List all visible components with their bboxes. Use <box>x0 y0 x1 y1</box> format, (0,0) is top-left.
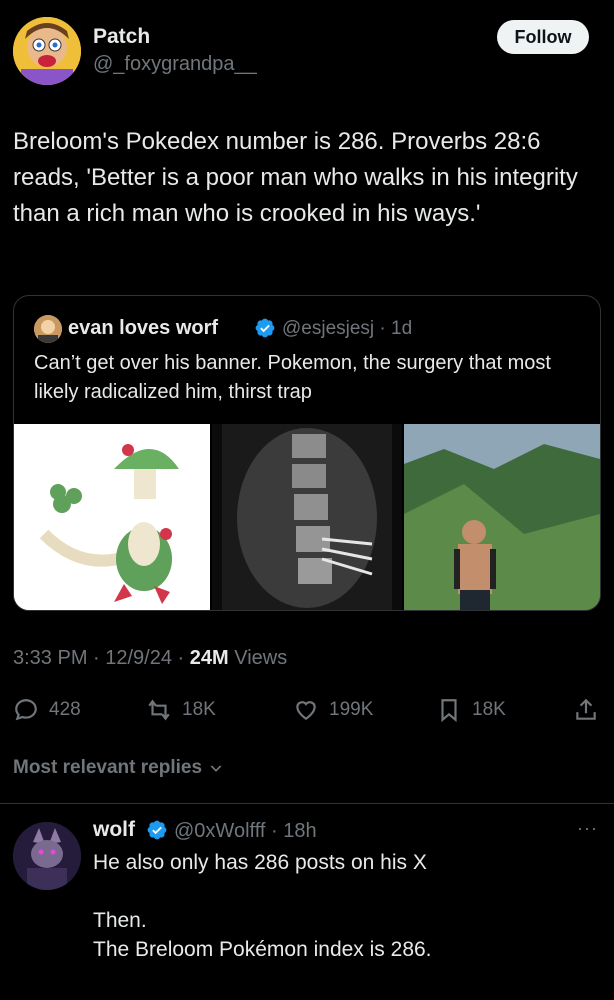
reply-button[interactable]: 428 <box>13 690 81 730</box>
reply-author-avatar[interactable] <box>13 822 81 890</box>
tweet-header: Patch @_foxygrandpa__ Follow <box>0 0 614 100</box>
chevron-down-icon <box>210 765 222 772</box>
author-handle[interactable]: @_foxygrandpa__ <box>93 53 257 76</box>
tweet-timestamp[interactable]: 3:33 PM · 12/9/24 · <box>13 647 190 669</box>
tweet-text: Breloom's Pokedex number is 286. Proverb… <box>13 128 578 227</box>
views-count: 24M <box>189 647 229 669</box>
divider <box>0 803 614 804</box>
repost-count: 18K <box>182 699 216 720</box>
reply-author-handle[interactable]: @0xWolfff · 18h <box>174 820 317 843</box>
author-name[interactable]: Patch <box>93 25 150 49</box>
views-label: Views <box>228 647 288 669</box>
repost-button[interactable]: 18K <box>146 690 216 730</box>
reply-count: 428 <box>49 699 81 720</box>
verified-badge-icon <box>254 317 276 339</box>
more-options-icon[interactable]: ··· <box>577 818 598 839</box>
action-bar: 428 18K 199K 18K <box>0 690 614 730</box>
reply-sort-label: Most relevant replies <box>13 757 203 778</box>
quote-handle[interactable]: @esjesjesj · 1d <box>282 318 412 340</box>
quoted-tweet[interactable]: evan loves worf @esjesjesj · 1d Can’t ge… <box>13 295 601 611</box>
quote-media-grid[interactable] <box>14 424 600 610</box>
reply-line: The Breloom Pokémon index is 286. <box>93 938 432 961</box>
author-avatar[interactable] <box>13 17 81 85</box>
reply-sort-dropdown[interactable]: Most relevant replies <box>13 757 224 779</box>
bookmark-count: 18K <box>472 699 506 720</box>
heart-icon <box>296 701 316 720</box>
quote-text: Can’t get over his banner. Pokemon, the … <box>34 352 551 403</box>
reply-line: Then. <box>93 909 147 932</box>
reply-author-name[interactable]: wolf <box>93 818 135 842</box>
like-button[interactable]: 199K <box>293 690 373 730</box>
quote-author-name[interactable]: evan loves worf <box>68 317 218 340</box>
reply-line: He also only has 286 posts on his X <box>93 851 427 874</box>
share-icon <box>576 698 596 720</box>
quote-avatar[interactable] <box>34 315 62 343</box>
share-button[interactable] <box>573 690 599 730</box>
tweet-meta: 3:33 PM · 12/9/24 · 24M Views <box>13 647 287 670</box>
verified-badge-icon <box>146 819 168 841</box>
reply-line <box>93 877 593 906</box>
bookmark-icon <box>441 699 457 723</box>
bookmark-button[interactable]: 18K <box>436 690 506 730</box>
reply-text: He also only has 286 posts on his X Then… <box>93 848 593 964</box>
spine-xray-image[interactable] <box>212 424 402 610</box>
repost-icon <box>148 699 170 721</box>
breloom-image[interactable] <box>14 424 210 610</box>
mountain-photo-image[interactable] <box>404 424 600 610</box>
follow-button[interactable]: Follow <box>497 20 589 54</box>
reply-icon <box>15 699 37 721</box>
like-count: 199K <box>329 699 374 720</box>
